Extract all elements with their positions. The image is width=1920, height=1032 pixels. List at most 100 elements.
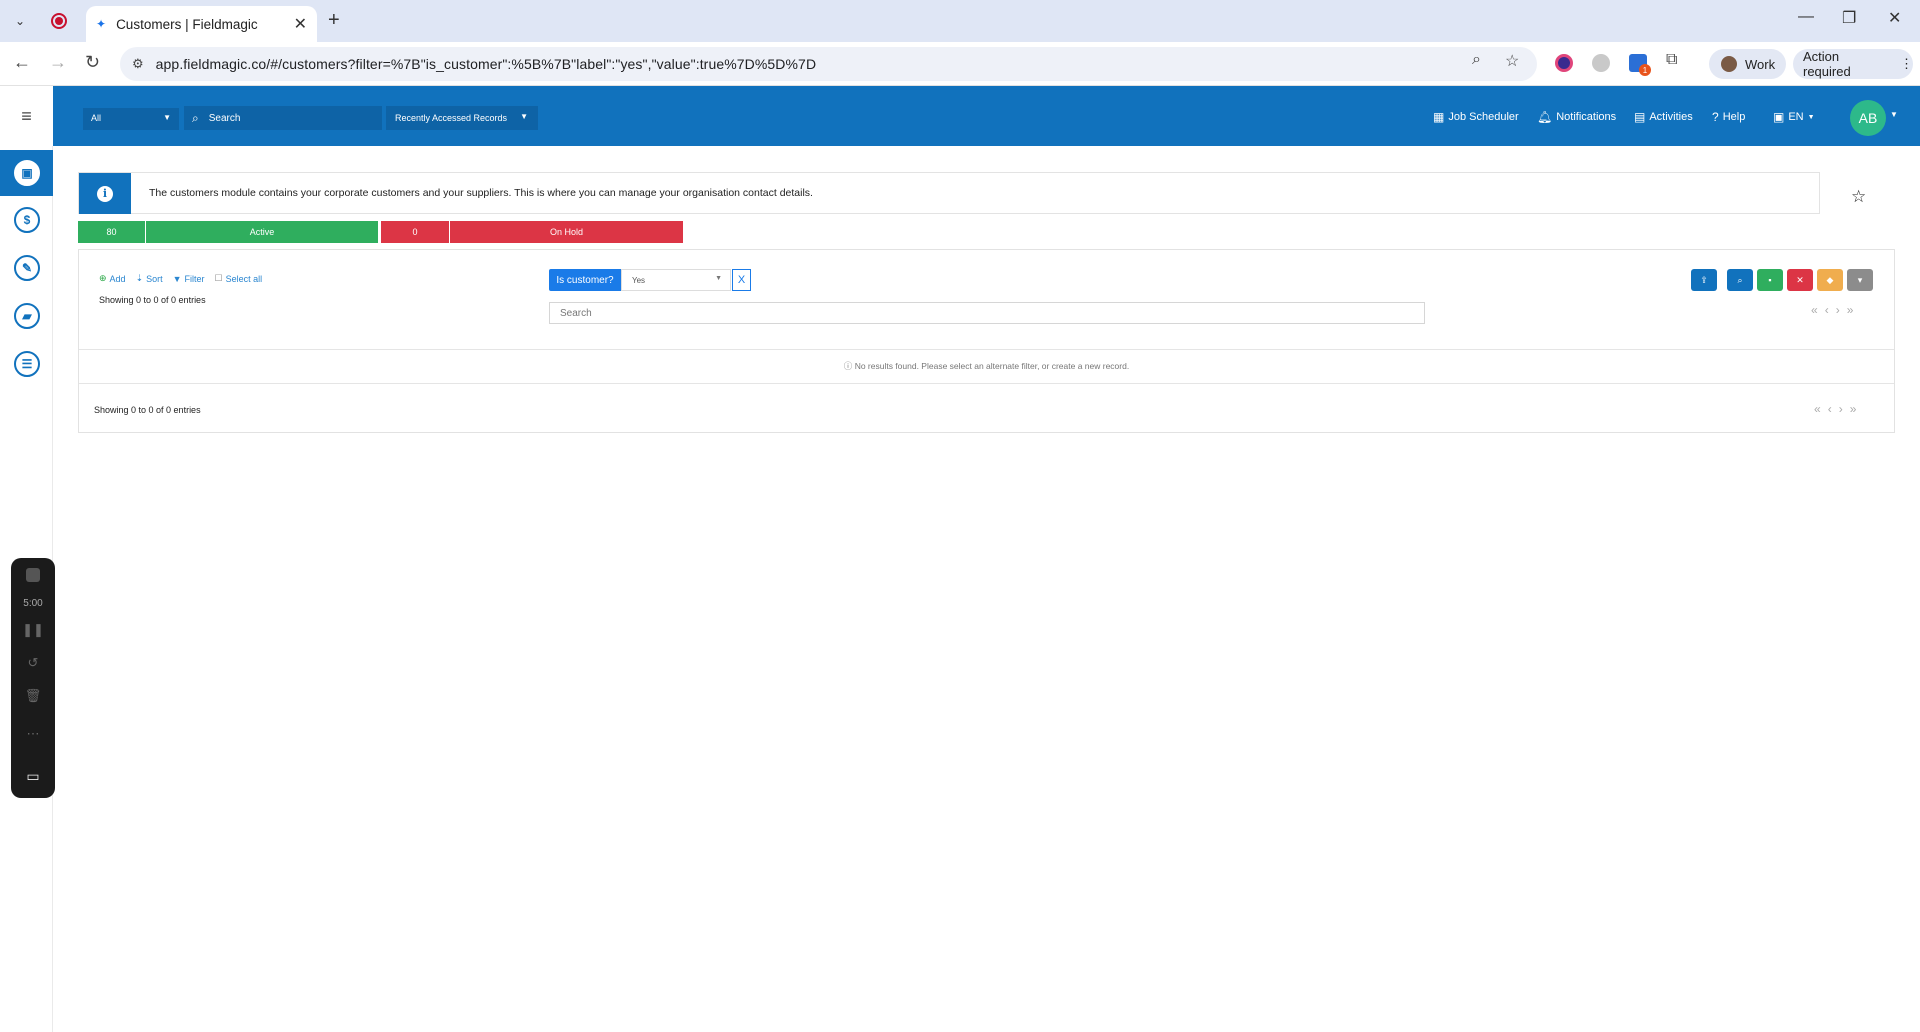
user-avatar[interactable]: AB <box>1850 100 1886 136</box>
reload-icon[interactable]: ↻ <box>85 52 100 73</box>
forward-icon[interactable]: → <box>49 52 67 73</box>
favourite-star-icon[interactable]: ☆ <box>1851 187 1866 207</box>
add-button[interactable]: ⊕ Add <box>99 273 126 284</box>
bookmark-star-icon[interactable]: ☆ <box>1505 51 1519 71</box>
active-count[interactable]: 80 <box>78 221 145 243</box>
search-scope-select[interactable]: All ▼ <box>83 108 179 130</box>
url-omnibox[interactable]: ⚙ app.fieldmagic.co/#/customers?filter=%… <box>120 47 1537 81</box>
delete-button[interactable]: ✕ <box>1787 269 1813 291</box>
recent-records-label: Recently Accessed Records <box>395 113 508 123</box>
sort-icon: ⇣ <box>135 273 144 283</box>
sidebar: ▣ $ ✎ ▰ ☰ 5:00 ❚❚ ↺ 🗑︎ ⋯ ▭ <box>0 146 55 1032</box>
wrench-icon[interactable]: ✎ <box>14 255 40 281</box>
import-button[interactable]: ⇪ <box>1691 269 1717 291</box>
recording-indicator-icon[interactable] <box>51 13 67 29</box>
next-page-icon[interactable]: › <box>1839 402 1850 416</box>
filter-value-select[interactable]: Yes ▼ <box>621 269 731 291</box>
global-search-placeholder: Search <box>208 112 241 124</box>
notifications-link[interactable]: 🔔︎ Notifications <box>1537 110 1616 124</box>
chevron-down-icon: ▼ <box>520 112 528 121</box>
drag-handle-icon[interactable]: ⋯ <box>11 726 55 742</box>
inventory-icon[interactable]: ☰ <box>14 351 40 377</box>
chevron-down-icon[interactable]: ▼ <box>1890 110 1898 119</box>
global-search-input[interactable]: ⌕ Search <box>184 106 382 130</box>
next-page-icon[interactable]: › <box>1836 303 1847 317</box>
help-link[interactable]: ? Help <box>1712 110 1745 124</box>
zoom-icon[interactable]: ⌕ <box>1472 51 1481 69</box>
showing-entries-top: Showing 0 to 0 of 0 entries <box>99 295 206 305</box>
filter-value: Yes <box>632 276 646 285</box>
screen-recorder-widget: 5:00 ❚❚ ↺ 🗑︎ ⋯ ▭ <box>11 558 55 798</box>
sort-label: Sort <box>146 273 163 284</box>
stop-recording-icon[interactable] <box>26 568 40 582</box>
tab-title: Customers | Fieldmagic <box>116 16 258 32</box>
job-scheduler-link[interactable]: ▦ Job Scheduler <box>1433 110 1519 124</box>
extension-color-icon[interactable] <box>1555 54 1573 72</box>
chevron-down-icon: ▼ <box>715 275 722 282</box>
checkbox-icon: ☐ <box>214 273 223 283</box>
more-dropdown-button[interactable]: ▾ <box>1847 269 1873 291</box>
dollar-icon[interactable]: $ <box>14 207 40 233</box>
url-text[interactable]: app.fieldmagic.co/#/customers?filter=%7B… <box>156 56 817 72</box>
prev-page-icon[interactable]: ‹ <box>1828 402 1839 416</box>
first-page-icon[interactable]: « <box>1814 402 1828 416</box>
filter-button[interactable]: ▼ Filter <box>173 273 205 284</box>
restore-icon[interactable]: ❐ <box>1842 8 1856 28</box>
app-header: All ▼ ⌕ Search Recently Accessed Records… <box>0 86 1920 146</box>
filter-tag-is-customer[interactable]: Is customer? <box>549 269 621 291</box>
restart-icon[interactable]: ↺ <box>11 655 55 671</box>
help-label: Help <box>1722 111 1746 123</box>
back-icon[interactable]: ← <box>13 52 31 73</box>
window-close-icon[interactable]: ✕ <box>1888 8 1901 28</box>
extensions-puzzle-icon[interactable]: ⧉ <box>1666 51 1677 69</box>
language-icon: ▣ <box>1773 110 1785 124</box>
module-info-banner: i The customers module contains your cor… <box>78 172 1820 214</box>
customers-icon: ▣ <box>14 160 40 186</box>
tab-close-icon[interactable]: ✕ <box>294 14 307 34</box>
new-tab-icon[interactable]: + <box>328 9 340 32</box>
tag-button[interactable]: ◆ <box>1817 269 1843 291</box>
bell-icon: 🔔︎ <box>1537 110 1553 124</box>
camera-icon[interactable]: ▭ <box>11 768 55 785</box>
chevron-down-icon: ▾ <box>1857 274 1863 285</box>
close-icon: ✕ <box>1796 274 1804 285</box>
profile-work-button[interactable]: Work <box>1709 49 1786 79</box>
language-label: EN <box>1788 111 1804 123</box>
info-circle-icon: ⓘ <box>843 361 853 371</box>
divider <box>79 383 1894 384</box>
minimize-icon[interactable]: — <box>1798 8 1814 26</box>
info-icon: i <box>97 185 113 202</box>
action-required-button[interactable]: Action required ⋮ <box>1793 49 1913 79</box>
onhold-count[interactable]: 0 <box>381 221 449 243</box>
menu-kebab-icon[interactable]: ⋮ <box>1900 56 1913 72</box>
fieldmagic-favicon-icon: ✦ <box>96 17 107 31</box>
browser-tab-bar: ⌄ ✦ Customers | Fieldmagic ✕ + — ❐ ✕ <box>0 0 1920 42</box>
prev-page-icon[interactable]: ‹ <box>1825 303 1836 317</box>
sidebar-item-customers[interactable]: ▣ <box>0 150 53 196</box>
first-page-icon[interactable]: « <box>1811 303 1825 317</box>
delete-icon[interactable]: 🗑︎ <box>11 688 55 704</box>
search-button[interactable]: ⌕ <box>1727 269 1753 291</box>
last-page-icon[interactable]: » <box>1850 402 1864 416</box>
active-status-bar[interactable]: Active <box>146 221 378 243</box>
language-dropdown[interactable]: ▣ EN ▼ <box>1773 110 1815 124</box>
tab-search-dropdown-icon[interactable]: ⌄ <box>9 10 31 32</box>
notifications-label: Notifications <box>1556 111 1617 123</box>
list-search-input[interactable]: Search <box>549 302 1425 324</box>
sort-button[interactable]: ⇣ Sort <box>136 273 163 284</box>
site-info-icon[interactable]: ⚙ <box>132 56 144 72</box>
onhold-status-bar[interactable]: On Hold <box>450 221 683 243</box>
save-button[interactable]: ▪ <box>1757 269 1783 291</box>
hamburger-menu-icon[interactable]: ≡ <box>0 86 53 146</box>
select-all-checkbox[interactable]: ☐ Select all <box>215 273 263 284</box>
filter-icon: ▼ <box>172 273 182 284</box>
activities-link[interactable]: ▤ Activities <box>1634 110 1693 124</box>
filter-clear-button[interactable]: X <box>732 269 751 291</box>
extension-globe-icon[interactable] <box>1592 54 1610 72</box>
pause-icon[interactable]: ❚❚ <box>11 622 55 638</box>
last-page-icon[interactable]: » <box>1847 303 1861 317</box>
question-icon: ? <box>1712 110 1719 124</box>
recent-records-dropdown[interactable]: Recently Accessed Records ▼ <box>386 106 538 130</box>
browser-tab-active[interactable]: ✦ Customers | Fieldmagic ✕ <box>86 6 317 42</box>
briefcase-icon[interactable]: ▰ <box>14 303 40 329</box>
